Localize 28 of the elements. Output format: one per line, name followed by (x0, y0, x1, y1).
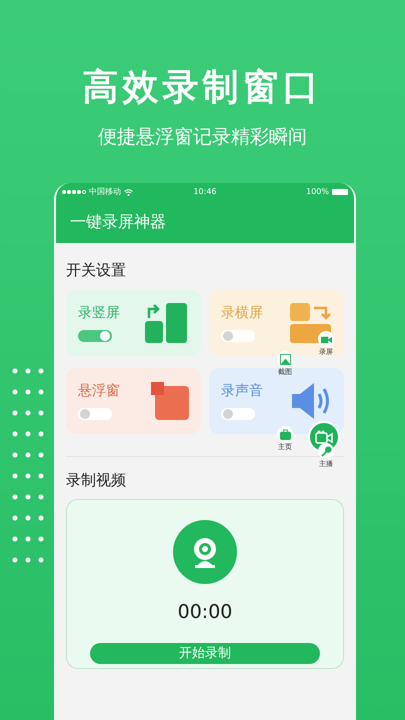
switch-label: 悬浮窗 (78, 382, 120, 401)
webcam-icon[interactable] (173, 520, 237, 584)
battery-icon (332, 189, 348, 195)
floating-window-icon (151, 382, 189, 420)
toggle-switch[interactable] (78, 330, 112, 342)
speaker-icon (290, 382, 332, 420)
signal-icon (62, 190, 86, 194)
toggle-switch[interactable] (221, 330, 255, 342)
image-icon (280, 354, 290, 364)
bag-icon (280, 428, 290, 440)
rotate-portrait-icon (145, 302, 189, 342)
section-title: 录制视频 (66, 470, 127, 490)
switch-label: 录竖屏 (78, 304, 120, 323)
switch-label: 录声音 (221, 382, 263, 401)
toggle-switch[interactable] (78, 408, 112, 420)
microphone-icon (320, 446, 332, 456)
status-time: 10:46 (192, 186, 218, 198)
record-timer: 00:00 (178, 600, 232, 625)
toggle-switch[interactable] (221, 408, 255, 420)
headline: 高效录制窗口 (82, 70, 322, 106)
section-title: 开关设置 (66, 260, 127, 281)
video-camera-icon (315, 430, 333, 444)
wifi-icon (124, 188, 133, 196)
carrier-name: 中国移动 (89, 186, 121, 198)
app-title: 一键录屏神器 (70, 211, 166, 233)
switch-label: 录横屏 (221, 304, 263, 323)
battery-percent: 100% (306, 186, 329, 198)
subheadline: 便捷悬浮窗记录精彩瞬间 (98, 128, 307, 147)
